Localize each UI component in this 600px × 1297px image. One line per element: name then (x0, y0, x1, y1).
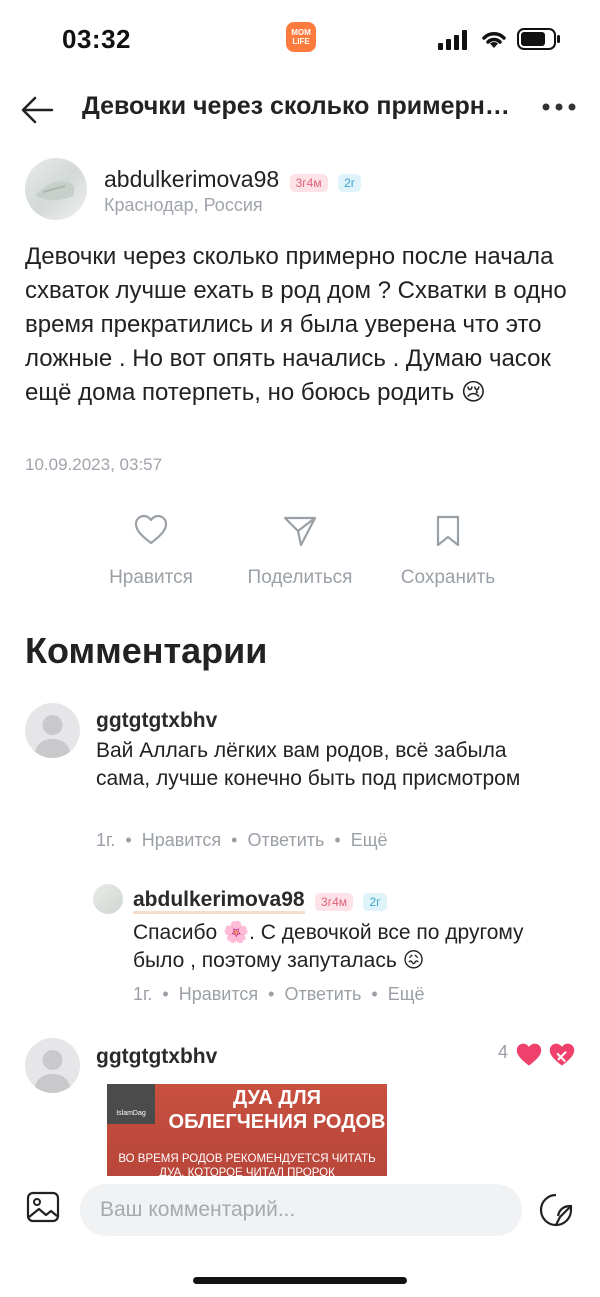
gallery-image-icon[interactable] (26, 1190, 60, 1224)
comment-input-placeholder: Ваш комментарий... (100, 1198, 296, 1221)
age-badge: 3г4м (315, 892, 354, 911)
comments-title: Комментарии (25, 630, 268, 671)
age-badge: 3г4м (289, 173, 328, 192)
image-title: ДУА ДЛЯ ОБЛЕГЧЕНИЯ РОДОВ (167, 1086, 387, 1134)
image-title-line2: ОБЛЕГЧЕНИЯ РОДОВ (168, 1111, 386, 1133)
comment-like-count: 4 (498, 1042, 509, 1062)
image-subtitle: ВО ВРЕМЯ РОДОВ РЕКОМЕНДУЕТСЯ ЧИТАТЬ ДУА,… (118, 1153, 376, 1176)
status-time: 03:32 (62, 24, 131, 54)
brand-label: IslamDag (116, 1110, 146, 1117)
bookmark-icon (436, 515, 460, 547)
user-placeholder-icon (34, 715, 71, 758)
reply-more-link[interactable]: Ещё (388, 984, 425, 1004)
comment-meta: 1г. • Нравится • Ответить • Ещё (96, 830, 388, 850)
like-label: Нравится (109, 567, 193, 588)
comment-author[interactable]: ggtgtgtxbhv (96, 709, 217, 733)
post-author-row: abdulkerimova98 3г4м 2г (104, 166, 362, 193)
commenter-avatar[interactable] (25, 1038, 80, 1093)
user-placeholder-icon (34, 1050, 71, 1093)
comment-more-link[interactable]: Ещё (351, 830, 388, 850)
reply-author-name[interactable]: abdulkerimova98 (133, 888, 305, 914)
reply-age: 1г. (133, 984, 153, 1004)
share-label: Поделиться (247, 567, 353, 588)
send-icon (283, 516, 317, 547)
age-badge: 2г (338, 173, 362, 192)
post-location: Краснодар, Россия (104, 195, 263, 215)
comment-attachment-image[interactable]: IslamDag ДУА ДЛЯ ОБЛЕГЧЕНИЯ РОДОВ ВО ВРЕ… (107, 1084, 387, 1176)
image-title-line1: ДУА ДЛЯ (232, 1087, 322, 1109)
broken-heart-icon[interactable] (548, 1042, 576, 1068)
comment-reply-link[interactable]: Ответить (247, 830, 324, 850)
heart-filled-icon[interactable] (515, 1042, 543, 1068)
reply-text: Спасибо 🌸. С девочкой все по другому был… (133, 921, 524, 972)
save-button[interactable]: Сохранить (392, 512, 504, 592)
cellular-signal-icon (438, 30, 467, 50)
commenter-avatar[interactable] (25, 703, 80, 758)
age-badge: 2г (363, 892, 387, 911)
page-title: Девочки через сколько примерно после нач… (82, 92, 522, 120)
brand-logo: IslamDag (107, 1084, 155, 1124)
comment-author[interactable]: ggtgtgtxbhv (96, 1045, 217, 1069)
reply-reply-link[interactable]: Ответить (284, 984, 361, 1004)
post-date: 10.09.2023, 03:57 (25, 455, 163, 474)
reply-like-link[interactable]: Нравится (179, 984, 258, 1004)
sticker-icon[interactable] (538, 1192, 574, 1228)
comment-text: Вай Аллагь лёгких вам родов, всё забыла … (96, 739, 521, 790)
save-label: Сохранить (400, 567, 496, 588)
reply-author-avatar[interactable] (93, 884, 123, 914)
home-indicator (193, 1277, 407, 1284)
comment-like-link[interactable]: Нравится (142, 830, 221, 850)
comment-age: 1г. (96, 830, 116, 850)
avatar-image-icon (35, 181, 75, 200)
reply-author-row: abdulkerimova98 3г4м 2г (133, 888, 387, 914)
app-logo: MOM LIFE (286, 22, 316, 52)
more-options-icon[interactable] (542, 102, 576, 112)
post-author-name[interactable]: abdulkerimova98 (104, 166, 279, 192)
share-button[interactable]: Поделиться (238, 512, 362, 592)
wifi-icon (482, 32, 506, 48)
post-text: Девочки через сколько примерно после нач… (25, 243, 567, 406)
battery-icon (517, 28, 560, 50)
heart-icon (134, 514, 168, 545)
like-button[interactable]: Нравится (96, 512, 206, 592)
reply-meta: 1г. • Нравится • Ответить • Ещё (133, 984, 425, 1004)
back-arrow-icon[interactable] (20, 95, 54, 125)
author-avatar[interactable] (25, 158, 87, 220)
